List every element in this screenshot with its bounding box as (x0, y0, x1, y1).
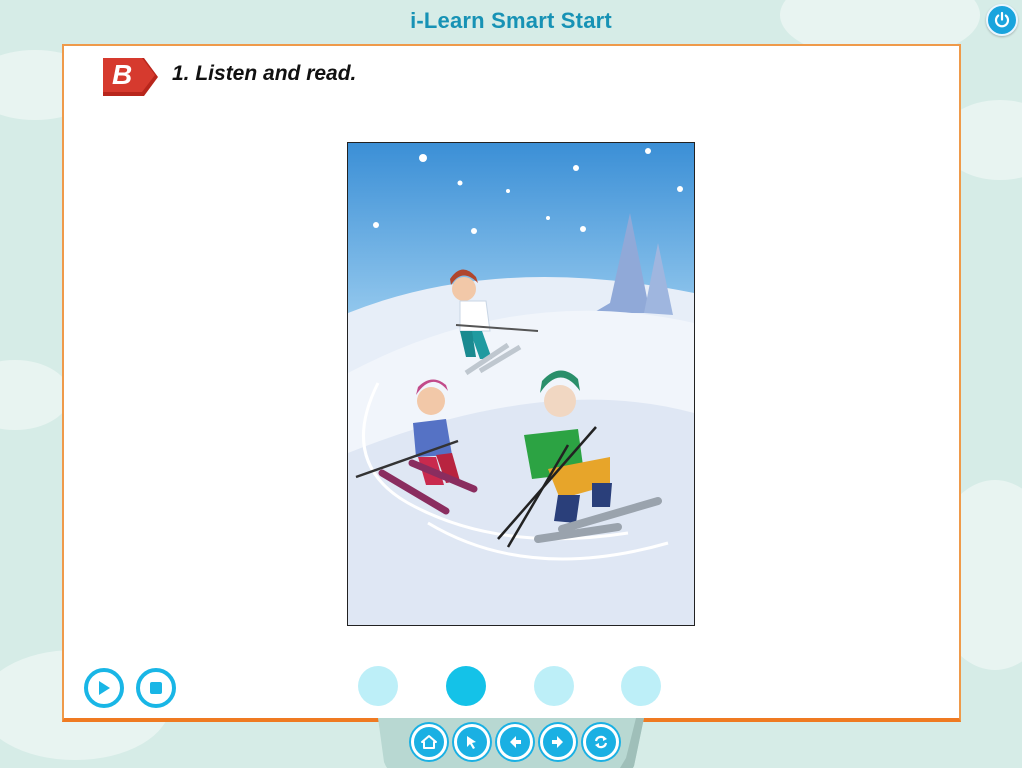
power-icon (994, 11, 1010, 28)
cursor-icon (467, 736, 476, 749)
play-button[interactable] (84, 668, 124, 708)
previous-icon (510, 736, 521, 748)
next-icon (552, 736, 563, 748)
skiing-illustration (347, 142, 695, 626)
power-button[interactable] (986, 4, 1018, 36)
page-dot-2-active[interactable] (446, 666, 486, 706)
refresh-button[interactable] (583, 724, 619, 760)
content-panel: B 1. Listen and read. (62, 44, 961, 722)
play-icon (99, 681, 110, 695)
cursor-button[interactable] (454, 724, 490, 760)
home-button[interactable] (411, 724, 447, 760)
stop-button[interactable] (136, 668, 176, 708)
app-title: i-Learn Smart Start (410, 8, 612, 33)
previous-button[interactable] (497, 724, 533, 760)
next-button[interactable] (540, 724, 576, 760)
stop-icon (150, 682, 162, 694)
page-dot-1[interactable] (358, 666, 398, 706)
instruction-text: 1. Listen and read. (172, 62, 357, 85)
home-icon (421, 735, 437, 749)
page-dot-4[interactable] (621, 666, 661, 706)
page-dot-3[interactable] (534, 666, 574, 706)
section-badge: B (100, 56, 160, 98)
badge-letter: B (112, 59, 133, 90)
background-cloud (0, 360, 70, 430)
refresh-icon (594, 735, 608, 749)
